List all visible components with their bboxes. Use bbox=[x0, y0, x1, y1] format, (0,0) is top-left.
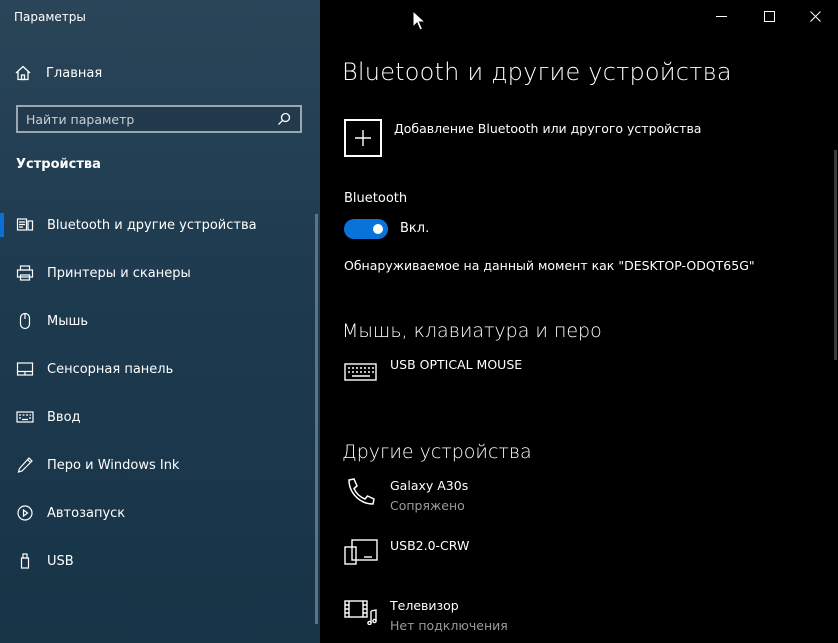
sidebar-item-mouse[interactable]: Мышь bbox=[0, 297, 320, 345]
home-icon bbox=[15, 65, 31, 81]
bluetooth-label: Bluetooth bbox=[344, 191, 408, 206]
bluetooth-toggle[interactable] bbox=[344, 219, 388, 239]
sidebar-item-autoplay[interactable]: Автозапуск bbox=[0, 489, 320, 537]
sidebar-item-pen[interactable]: Перо и Windows Ink bbox=[0, 441, 320, 489]
autoplay-icon bbox=[17, 505, 33, 521]
sidebar-home[interactable]: Главная bbox=[14, 62, 102, 84]
main-scrollbar[interactable] bbox=[834, 150, 837, 360]
device-name: USB2.0-CRW bbox=[390, 538, 470, 553]
keyboard-icon bbox=[16, 411, 34, 423]
sidebar-item-label: Ввод bbox=[47, 409, 81, 425]
add-device-button[interactable] bbox=[344, 119, 382, 157]
toggle-state-label: Вкл. bbox=[400, 221, 430, 236]
device-usb-optical-mouse[interactable]: USB OPTICAL MOUSE bbox=[344, 356, 522, 384]
bluetooth-devices-icon bbox=[16, 218, 34, 231]
main-panel: Bluetooth и другие устройства Добавление… bbox=[320, 0, 838, 643]
home-label: Главная bbox=[46, 65, 103, 81]
usb-icon bbox=[20, 553, 30, 569]
mouse-cursor-icon bbox=[412, 10, 426, 31]
device-name: USB OPTICAL MOUSE bbox=[390, 357, 523, 372]
sidebar-item-input[interactable]: Ввод bbox=[0, 393, 320, 441]
sidebar-item-label: Мышь bbox=[47, 313, 89, 329]
section-title: Устройства bbox=[16, 157, 101, 172]
sidebar-item-touchpad[interactable]: Сенсорная панель bbox=[0, 345, 320, 393]
sidebar-scrollbar[interactable] bbox=[315, 214, 318, 624]
sidebar-nav: Bluetooth и другие устройства Принтеры и… bbox=[0, 201, 320, 585]
mouse-icon bbox=[19, 312, 31, 330]
device-name: Телевизор bbox=[390, 598, 459, 613]
sidebar-item-printers[interactable]: Принтеры и сканеры bbox=[0, 249, 320, 297]
sidebar-item-label: Принтеры и сканеры bbox=[47, 265, 191, 281]
search-icon[interactable] bbox=[276, 111, 292, 127]
sidebar-item-label: USB bbox=[47, 553, 74, 569]
app-title: Параметры bbox=[14, 10, 86, 24]
sidebar-item-label: Перо и Windows Ink bbox=[47, 457, 180, 473]
page-title: Bluetooth и другие устройства bbox=[342, 58, 732, 86]
device-tv[interactable]: Телевизор Нет подключения bbox=[344, 597, 508, 637]
sidebar-item-label: Сенсорная панель bbox=[47, 361, 174, 377]
other-section-title: Другие устройства bbox=[342, 441, 532, 463]
phone-icon bbox=[348, 478, 375, 505]
device-usb2-crw[interactable]: USB2.0-CRW bbox=[344, 537, 469, 565]
plus-icon bbox=[355, 130, 371, 146]
usb-reader-icon bbox=[344, 539, 378, 565]
sidebar-item-label: Автозапуск bbox=[47, 505, 126, 521]
discoverable-text: Обнаруживаемое на данный момент как "DES… bbox=[344, 258, 755, 273]
sidebar-item-label: Bluetooth и другие устройства bbox=[47, 217, 257, 233]
device-galaxy-a30s[interactable]: Galaxy A30s Сопряжено bbox=[344, 477, 468, 517]
minimize-icon bbox=[715, 15, 727, 17]
close-button[interactable] bbox=[792, 0, 838, 32]
device-status: Сопряжено bbox=[390, 498, 465, 513]
keyboard-device-icon bbox=[344, 363, 377, 381]
maximize-icon bbox=[763, 10, 775, 22]
maximize-button[interactable] bbox=[746, 0, 792, 32]
search-input[interactable] bbox=[18, 111, 276, 127]
sidebar-item-usb[interactable]: USB bbox=[0, 537, 320, 585]
mouse-section-title: Мышь, клавиатура и перо bbox=[342, 320, 602, 342]
add-device-label[interactable]: Добавление Bluetooth или другого устройс… bbox=[394, 121, 701, 136]
pen-icon bbox=[17, 457, 33, 473]
sidebar-item-bluetooth[interactable]: Bluetooth и другие устройства bbox=[0, 201, 320, 249]
minimize-button[interactable] bbox=[698, 0, 744, 32]
device-name: Galaxy A30s bbox=[390, 478, 469, 493]
toggle-knob bbox=[373, 224, 383, 234]
search-box[interactable] bbox=[16, 105, 302, 133]
printer-icon bbox=[16, 265, 34, 281]
close-icon bbox=[809, 10, 821, 22]
sidebar: Параметры Главная Устройства Bluetooth и… bbox=[0, 0, 320, 643]
touchpad-icon bbox=[16, 362, 34, 376]
media-device-icon bbox=[344, 600, 377, 625]
device-status: Нет подключения bbox=[390, 618, 508, 633]
